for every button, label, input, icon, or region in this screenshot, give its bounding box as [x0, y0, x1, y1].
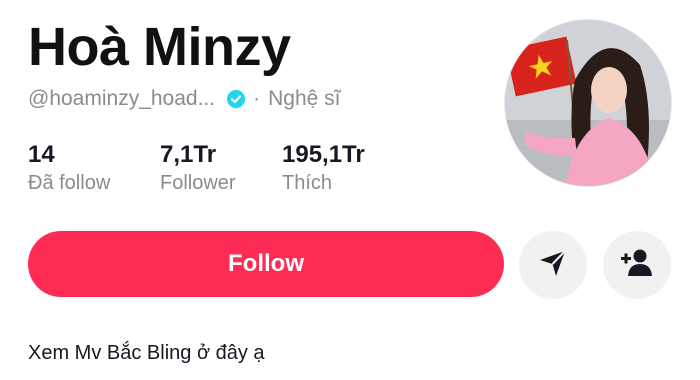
- message-button[interactable]: [519, 231, 587, 299]
- avatar[interactable]: [505, 20, 671, 186]
- bio-text: Xem Mv Bắc Bling ở đây ạ: [28, 342, 265, 364]
- likes-count: 195,1Tr: [282, 141, 365, 168]
- following-label: Đã follow: [28, 172, 111, 194]
- followers-count: 7,1Tr: [160, 141, 217, 168]
- separator-dot: ·: [253, 87, 261, 110]
- display-name: Hoà Minzy: [28, 17, 291, 77]
- suggested-accounts-button[interactable]: [603, 231, 671, 299]
- username: @hoaminzy_hoad...: [28, 87, 216, 110]
- account-category: Nghệ sĩ: [268, 87, 341, 110]
- verified-badge-icon: [227, 90, 246, 108]
- add-user-icon: [620, 248, 654, 283]
- stats-row: 14 Đã follow 7,1Tr Follower 195,1Tr Thíc…: [0, 140, 480, 200]
- send-icon: [537, 247, 569, 284]
- stat-likes[interactable]: 195,1Tr Thích: [282, 140, 365, 196]
- stat-following[interactable]: 14 Đã follow: [28, 140, 110, 196]
- likes-label: Thích: [282, 172, 333, 194]
- stat-followers[interactable]: 7,1Tr Follower: [160, 140, 236, 196]
- followers-label: Follower: [160, 172, 236, 194]
- handle-row: @hoaminzy_hoad... · Nghệ sĩ: [28, 84, 340, 114]
- following-count: 14: [28, 141, 55, 168]
- follow-button[interactable]: Follow: [28, 231, 504, 297]
